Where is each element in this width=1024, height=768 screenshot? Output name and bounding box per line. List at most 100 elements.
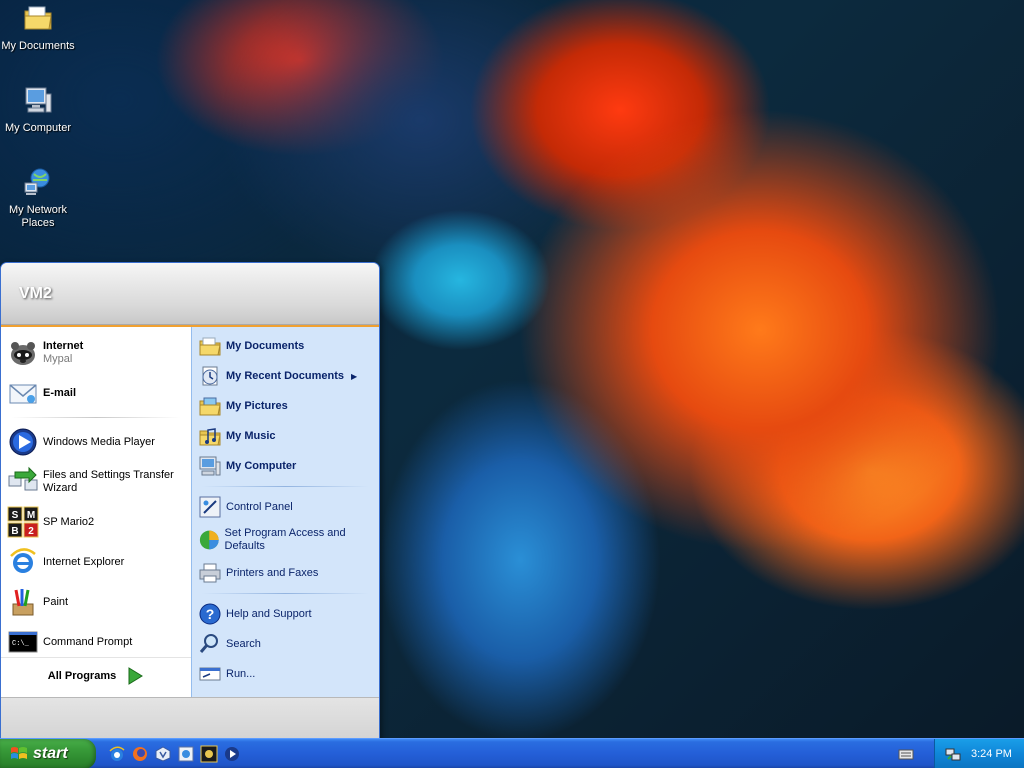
ie-icon[interactable] (108, 745, 126, 763)
system-tray: 3:24 PM (934, 739, 1024, 768)
printer-icon (199, 563, 221, 583)
recent-paint[interactable]: Paint (1, 582, 191, 622)
start-menu-right-panel: My Documents My Recent Documents ▶ My Pi… (191, 327, 379, 697)
mario-icon[interactable] (200, 745, 218, 763)
desktop-icon-label: My Network Places (8, 204, 68, 229)
computer-icon (25, 87, 52, 113)
svg-text:C:\_: C:\_ (12, 640, 30, 648)
system-set-program-access[interactable]: Set Program Access and Defaults (192, 522, 379, 558)
folder-icon (199, 337, 221, 356)
system-label: Control Panel (226, 500, 293, 513)
program-label: SP Mario2 (43, 515, 95, 528)
place-label: My Music (226, 429, 276, 442)
browser-icon (11, 342, 35, 365)
control-icon[interactable] (177, 745, 195, 763)
place-my-pictures[interactable]: My Pictures (192, 391, 379, 421)
help-label: Run... (226, 667, 256, 680)
recent-windows-media-player[interactable]: Windows Media Player (1, 422, 191, 462)
windows-flag-icon (11, 747, 27, 759)
program-label: Internet Explorer (43, 555, 125, 568)
place-label: My Pictures (226, 399, 288, 412)
svg-text:?: ? (206, 606, 215, 622)
desktop-icon-my-computer[interactable]: My Computer (0, 84, 76, 135)
quick-launch (108, 745, 241, 763)
firefox-icon[interactable] (131, 745, 149, 763)
recent-transfer-wizard[interactable]: Files and Settings Transfer Wizard (1, 462, 191, 502)
email-icon (9, 384, 37, 404)
separator (202, 593, 369, 594)
system-label: Set Program Access and Defaults (224, 527, 346, 552)
computer-icon (199, 456, 221, 476)
place-my-computer[interactable]: My Computer (192, 451, 379, 481)
system-label: Printers and Faxes (226, 566, 319, 579)
place-my-documents[interactable]: My Documents (192, 331, 379, 361)
recent-sp-mario2[interactable]: S M B 2 SP Mario2 (1, 502, 191, 542)
search[interactable]: Search (192, 629, 379, 659)
program-label: Command Prompt (43, 635, 133, 648)
separator (11, 417, 181, 418)
place-my-music[interactable]: My Music (192, 421, 379, 451)
recent-command-prompt[interactable]: C:\_ Command Prompt (1, 622, 191, 662)
search-icon (199, 634, 218, 653)
taskbar: start 3:24 PM (0, 738, 1024, 768)
network-icon (24, 168, 50, 195)
pinned-label: Internet (43, 340, 84, 352)
desktop-icon-my-documents[interactable]: My Documents (0, 2, 76, 53)
mario-icon: S M B 2 (7, 506, 39, 538)
program-label: Files and Settings Transfer Wizard (43, 469, 174, 494)
user-name: VM2 (19, 284, 52, 302)
place-label: My Recent Documents (226, 369, 344, 382)
keyboard-icon[interactable] (898, 746, 914, 762)
pinned-label: E-mail (43, 386, 77, 399)
arrow-right-icon (128, 666, 144, 685)
virtualbox-icon[interactable] (154, 745, 172, 763)
network-status-icon[interactable] (945, 746, 961, 762)
help-and-support[interactable]: ? Help and Support (192, 599, 379, 629)
ie-icon (10, 548, 36, 573)
pinned-internet[interactable]: Internet Mypal (1, 333, 191, 373)
all-programs-button[interactable]: All Programs (1, 657, 191, 693)
help-label: Search (226, 637, 261, 650)
transfer-wizard-icon (8, 466, 38, 491)
media-player-icon (9, 428, 37, 456)
all-programs-label: All Programs (47, 669, 117, 682)
help-label: Help and Support (226, 607, 312, 620)
start-menu-footer (1, 697, 379, 739)
pinned-email[interactable]: E-mail (1, 373, 191, 413)
paint-icon (12, 589, 34, 616)
start-label: start (33, 745, 68, 762)
music-icon (199, 428, 221, 446)
svg-text:M: M (27, 510, 35, 521)
folder-icon (24, 6, 52, 30)
start-menu-body: Internet Mypal E-mail Windows Media Play… (1, 325, 379, 697)
recent-internet-explorer[interactable]: Internet Explorer (1, 542, 191, 582)
start-button[interactable]: start (0, 739, 96, 768)
place-label: My Documents (226, 339, 305, 352)
pictures-icon (199, 397, 221, 416)
start-menu-header: VM2 (1, 263, 379, 325)
system-control-panel[interactable]: Control Panel (192, 492, 379, 522)
svg-text:2: 2 (28, 526, 34, 537)
run[interactable]: Run... (192, 659, 379, 689)
clock[interactable]: 3:24 PM (971, 748, 1012, 760)
recent-docs-icon (202, 366, 218, 386)
pinned-sublabel: Mypal (43, 353, 73, 365)
start-menu-left-panel: Internet Mypal E-mail Windows Media Play… (1, 327, 191, 697)
media-player-icon[interactable] (223, 745, 241, 763)
system-printers-and-faxes[interactable]: Printers and Faxes (192, 558, 379, 588)
help-icon: ? (199, 603, 221, 625)
defaults-icon (199, 530, 219, 550)
cmd-icon: C:\_ (8, 631, 38, 653)
separator (202, 486, 369, 487)
run-icon (199, 667, 221, 681)
control-panel-icon (199, 496, 221, 518)
desktop-icon-label: My Documents (1, 40, 75, 52)
submenu-arrow-icon: ▶ (350, 371, 358, 381)
start-menu: VM2 Internet Mypal E-mail Windows Media … (0, 262, 380, 740)
place-my-recent-documents[interactable]: My Recent Documents ▶ (192, 361, 379, 391)
desktop-icon-my-network-places[interactable]: My Network Places (0, 166, 76, 230)
place-label: My Computer (226, 459, 297, 472)
program-label: Windows Media Player (43, 435, 155, 448)
program-label: Paint (43, 595, 69, 608)
svg-text:B: B (11, 526, 18, 537)
